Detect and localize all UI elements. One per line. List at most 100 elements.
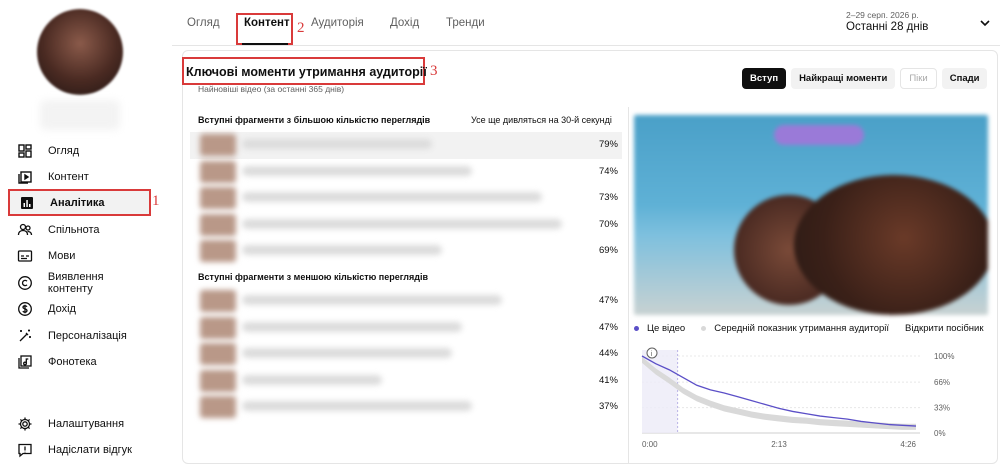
sidebar-item-label: Мови: [48, 249, 76, 262]
list-item[interactable]: 47%: [190, 315, 622, 342]
audio-library-icon: [16, 353, 34, 371]
filter-dips-button[interactable]: Спади: [941, 68, 988, 89]
this-video-dot: [634, 326, 639, 331]
sidebar-item-label: Виявлення контенту: [47, 270, 104, 295]
sidebar-item-label: Надіслати відгук: [48, 443, 132, 456]
retention-value: 47%: [598, 322, 618, 333]
x-tick-label: 0:00: [642, 440, 658, 449]
analytics-tabs: Огляд Контент Аудиторія Дохід Тренди 2 2…: [172, 0, 1000, 46]
panel-divider: [628, 107, 629, 464]
list-item[interactable]: 74%: [190, 159, 622, 186]
video-title-blurred: [242, 348, 452, 358]
gear-icon: [16, 415, 34, 433]
section-title: Ключові моменти утримання аудиторії: [186, 65, 427, 79]
retention-chart[interactable]: 100%66%33%0%i0:00 2:13 4:26: [634, 344, 1000, 454]
retention-value: 74%: [598, 166, 618, 177]
feedback-icon: [16, 441, 34, 459]
video-title-blurred: [242, 245, 442, 255]
annotation-marker-2: 2: [297, 20, 305, 36]
list-item[interactable]: 44%: [190, 341, 622, 368]
tab-trends[interactable]: Тренди: [446, 0, 485, 46]
sidebar-item-content-detection[interactable]: Виявлення контенту: [8, 269, 151, 296]
sidebar-item-label: Аналітика: [50, 196, 105, 209]
copyright-icon: [16, 274, 34, 292]
sidebar-item-revenue[interactable]: Дохід: [8, 295, 151, 322]
channel-avatar[interactable]: [37, 9, 123, 95]
annotation-box-tab: [236, 13, 293, 45]
sidebar-item-analytics[interactable]: Аналітика: [8, 189, 151, 216]
list-item[interactable]: 79%: [190, 132, 622, 159]
video-thumbnail: [200, 134, 236, 156]
video-thumbnail: [200, 317, 236, 339]
main-area: Огляд Контент Аудиторія Дохід Тренди 2 2…: [172, 0, 1000, 467]
list-item[interactable]: 70%: [190, 212, 622, 239]
retention-value: 37%: [598, 401, 618, 412]
video-thumbnail: [200, 240, 236, 262]
retention-value: 73%: [598, 192, 618, 203]
sidebar-item-community[interactable]: Спільнота: [8, 216, 151, 243]
date-range-label[interactable]: Останні 28 днів: [846, 21, 928, 33]
list-item[interactable]: 47%: [190, 288, 622, 315]
sidebar-item-languages[interactable]: Мови: [8, 242, 151, 269]
chevron-down-icon[interactable]: [979, 17, 991, 29]
tab-revenue[interactable]: Дохід: [390, 0, 419, 46]
sidebar-item-customization[interactable]: Персоналізація: [8, 322, 151, 349]
retention-value: 69%: [598, 245, 618, 256]
video-title-blurred: [242, 166, 472, 176]
open-guide-link[interactable]: Відкрити посібник: [905, 323, 983, 334]
subtitles-icon: [16, 247, 34, 265]
sidebar-item-content[interactable]: Контент: [8, 163, 151, 190]
video-thumbnail: [200, 214, 236, 236]
sidebar-item-label: Спільнота: [48, 223, 100, 236]
y-tick-label: 66%: [934, 378, 950, 387]
video-title-blurred: [242, 219, 562, 229]
sidebar-item-label: Налаштування: [48, 417, 125, 430]
retention-value: 41%: [598, 375, 618, 386]
video-thumbnail: [200, 290, 236, 312]
legend-average: Середній показник утримання аудиторії: [714, 323, 890, 334]
analytics-icon: [18, 194, 36, 212]
video-title-blurred: [242, 401, 472, 411]
section-subtitle: Найновіші відео (за останні 365 днів): [198, 84, 345, 94]
video-preview-blurred[interactable]: [634, 115, 988, 315]
low-list-header: Вступні фрагменти з меншою кількістю пер…: [198, 272, 428, 282]
list-item[interactable]: 69%: [190, 238, 622, 265]
sidebar-item-feedback[interactable]: Надіслати відгук: [8, 436, 151, 463]
video-thumbnail: [200, 161, 236, 183]
filter-chips: Вступ Найкращі моменти Піки Спади: [742, 68, 988, 89]
tab-audience[interactable]: Аудиторія: [311, 0, 364, 46]
sidebar-item-label: Персоналізація: [48, 329, 127, 342]
retention-value: 47%: [598, 295, 618, 306]
retention-value: 44%: [598, 348, 618, 359]
sidebar-item-label: Фонотека: [48, 355, 97, 368]
tab-overview[interactable]: Огляд: [187, 0, 220, 46]
active-tab-indicator: [242, 43, 288, 45]
filter-intro-button[interactable]: Вступ: [742, 68, 787, 89]
list-item[interactable]: 37%: [190, 394, 622, 421]
list-item[interactable]: 73%: [190, 185, 622, 212]
annotation-marker-3: 3: [430, 63, 438, 79]
retention-value: 70%: [598, 219, 618, 230]
video-title-blurred: [242, 139, 432, 149]
video-thumbnail: [200, 187, 236, 209]
video-title-blurred: [242, 295, 502, 305]
y-tick-label: 0%: [934, 429, 946, 438]
annotation-marker-1: 1: [152, 193, 160, 209]
dashboard-icon: [16, 142, 34, 160]
sidebar-item-settings[interactable]: Налаштування: [8, 410, 151, 437]
retention-value: 79%: [598, 139, 618, 150]
content-icon: [16, 168, 34, 186]
community-icon: [16, 221, 34, 239]
legend-this-video: Це відео: [647, 323, 686, 334]
video-title-blurred: [242, 375, 382, 385]
video-title-blurred: [242, 322, 462, 332]
filter-top-moments-button[interactable]: Найкращі моменти: [791, 68, 896, 89]
list-item[interactable]: 41%: [190, 368, 622, 395]
sidebar-item-label: Огляд: [48, 144, 80, 157]
sidebar: Огляд Контент Аналітика 1 Спільнота Мови…: [0, 0, 165, 467]
video-title-blurred: [242, 192, 542, 202]
sidebar-item-overview[interactable]: Огляд: [8, 137, 151, 164]
sidebar-item-audio-library[interactable]: Фонотека: [8, 348, 151, 375]
y-tick-label: 100%: [934, 352, 954, 361]
sidebar-item-label: Контент: [48, 170, 89, 183]
